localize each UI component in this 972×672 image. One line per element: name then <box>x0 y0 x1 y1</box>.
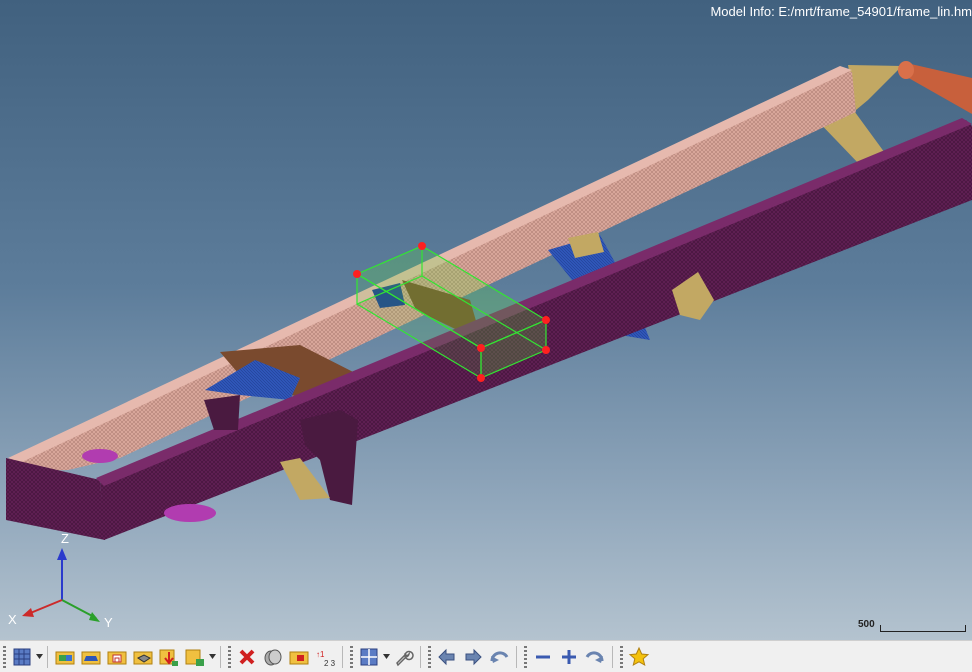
redo-arc-button[interactable] <box>582 644 608 670</box>
chevron-down-icon[interactable] <box>208 644 216 670</box>
export-solver-button[interactable] <box>182 644 208 670</box>
redo-arc-icon <box>585 650 604 663</box>
scale-indicator: 500 <box>858 619 968 636</box>
zoom-out-button[interactable] <box>530 644 556 670</box>
main-toolbar: ↑1 2 3 <box>0 640 972 672</box>
axis-y-label: Y <box>104 615 113 630</box>
open-model-icon <box>55 651 75 664</box>
scale-label: 500 <box>858 619 875 630</box>
toolbar-grip[interactable] <box>3 645 6 668</box>
graphics-viewport[interactable]: Model Info: E:/mrt/frame_54901/frame_lin… <box>0 0 972 640</box>
toolbar-separator <box>47 645 48 668</box>
svg-text:↑1: ↑1 <box>316 650 325 659</box>
toolbar-separator <box>516 645 517 668</box>
scale-bar <box>880 625 966 632</box>
wrench-button[interactable] <box>390 644 416 670</box>
save-file-button[interactable] <box>104 644 130 670</box>
save-file-icon <box>107 651 127 664</box>
delete-button[interactable] <box>234 644 260 670</box>
arrow-right-button[interactable] <box>460 644 486 670</box>
arrow-right-icon <box>465 648 482 665</box>
renumber-button[interactable]: ↑1 2 3 <box>312 644 338 670</box>
arrow-left-button[interactable] <box>434 644 460 670</box>
magenta-pad-front <box>164 504 216 522</box>
axis-triad <box>22 548 100 622</box>
axis-z-label: Z <box>61 531 69 546</box>
magenta-pad-left <box>82 449 118 463</box>
toolbar-separator <box>342 645 343 668</box>
import-geometry-icon <box>81 651 101 664</box>
import-solver-icon <box>159 649 178 666</box>
undo-arc-icon <box>490 650 509 663</box>
favorite-star-button[interactable] <box>626 644 652 670</box>
arrow-left-icon <box>438 648 455 665</box>
undo-stack-icon <box>264 649 282 665</box>
wrench-icon <box>396 650 414 666</box>
svg-text:2 3: 2 3 <box>324 659 336 668</box>
zoom-in-icon <box>562 649 576 664</box>
export-icon <box>133 651 153 664</box>
toolbar-grip[interactable] <box>620 645 623 668</box>
toolbar-grip[interactable] <box>228 645 231 668</box>
import-geometry-button[interactable] <box>78 644 104 670</box>
chevron-down-icon[interactable] <box>382 644 390 670</box>
organize-button[interactable] <box>286 644 312 670</box>
chevron-down-icon[interactable] <box>35 644 43 670</box>
organize-icon <box>289 651 309 664</box>
toolbar-grip[interactable] <box>428 645 431 668</box>
rear-bracket-plate <box>848 65 902 110</box>
spring-hanger-front-left <box>204 395 240 430</box>
toolbar-grip[interactable] <box>524 645 527 668</box>
renumber-icon: ↑12 3 <box>316 650 336 668</box>
zoom-in-button[interactable] <box>556 644 582 670</box>
axis-x-label: X <box>8 612 17 627</box>
mesh-display-icon <box>13 648 31 665</box>
undo-arc-button[interactable] <box>486 644 512 670</box>
frame-model-3d-view[interactable] <box>0 0 972 640</box>
export-button[interactable] <box>130 644 156 670</box>
toolbar-separator <box>420 645 421 668</box>
toolbar-grip[interactable] <box>350 645 353 668</box>
rear-tube-end <box>898 61 914 79</box>
delete-icon <box>239 649 255 664</box>
right-rail-top-flange <box>96 118 972 486</box>
export-solver-icon <box>185 649 204 666</box>
toolbar-separator <box>612 645 613 668</box>
import-solver-button[interactable] <box>156 644 182 670</box>
view-layout-icon <box>360 648 378 665</box>
toolbar-separator <box>220 645 221 668</box>
right-rail-end <box>6 458 105 540</box>
open-model-button[interactable] <box>52 644 78 670</box>
zoom-out-icon <box>536 655 550 658</box>
mesh-display-button[interactable] <box>9 644 35 670</box>
favorite-star-icon <box>628 646 650 666</box>
undo-stack-button[interactable] <box>260 644 286 670</box>
view-layout-button[interactable] <box>356 644 382 670</box>
